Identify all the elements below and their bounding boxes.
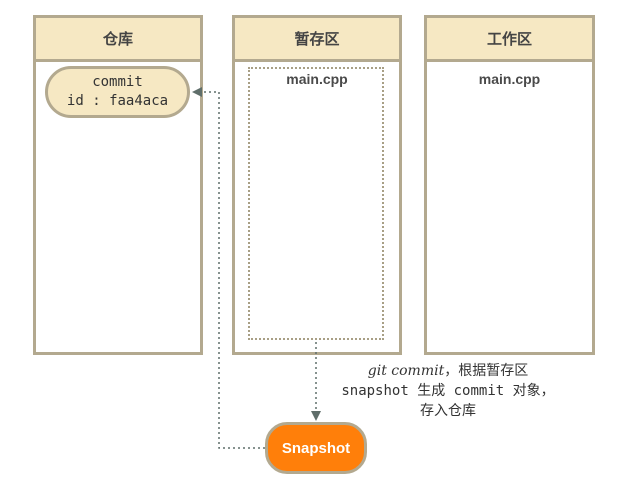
- commit-annotation: git commit，根据暂存区 snapshot 生成 commit 对象， …: [318, 361, 578, 421]
- annotation-line1: ，根据暂存区: [444, 363, 529, 379]
- snapshot-to-commit-arrow: [192, 87, 265, 449]
- annotation-line3: 存入仓库: [420, 403, 476, 419]
- snapshot-node: Snapshot: [265, 422, 367, 474]
- annotation-command: git commit: [367, 363, 445, 379]
- annotation-line2: snapshot 生成 commit 对象，: [341, 383, 555, 399]
